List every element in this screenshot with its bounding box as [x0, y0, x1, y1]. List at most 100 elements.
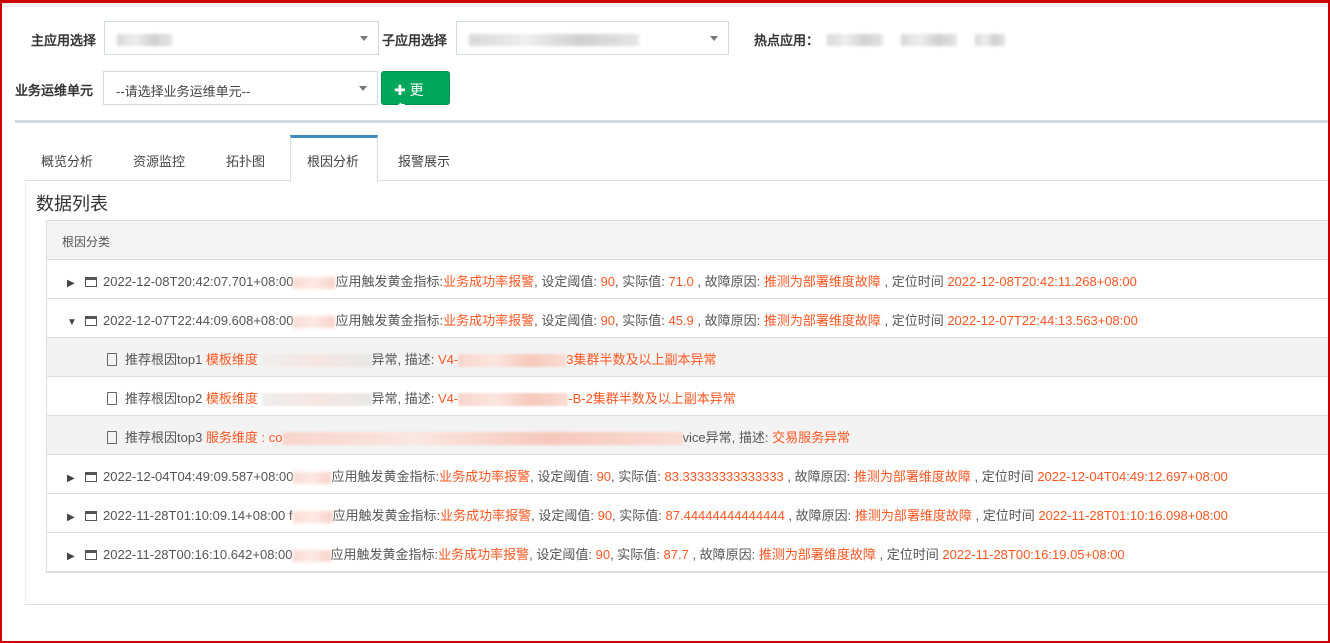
window-icon: [85, 511, 97, 521]
threshold-value: 90: [596, 469, 612, 484]
unit-select[interactable]: --请选择业务运维单元--: [103, 71, 378, 105]
alert-trigger-text: 应用触发黄金指标:: [331, 469, 440, 484]
actual-label: , 实际值:: [611, 469, 665, 484]
window-icon: [85, 472, 97, 482]
alert-trigger-text: 应用触发黄金指标:: [335, 274, 444, 289]
locate-time-label: , 定位时间: [880, 313, 948, 328]
root-cause-rank: 推荐根因top3: [125, 430, 206, 445]
actual-value: 45.9: [668, 313, 694, 328]
tab-bar: 概览分析 资源监控 拓扑图 根因分析 报警展示: [25, 135, 1330, 182]
cause-value: 推测为部署维度故障: [758, 547, 876, 562]
chevron-down-icon: [710, 36, 718, 41]
actual-label: , 实际值:: [615, 274, 669, 289]
root-cause-desc-prefix: V4-: [438, 391, 459, 406]
root-cause-item[interactable]: 推荐根因top2 模板维度 异常, 描述: V4- -B-2集群半数及以上副本异常: [47, 377, 1330, 416]
window-icon: [85, 277, 97, 287]
alert-metric: 业务成功率报警: [440, 508, 532, 523]
threshold-value: 90: [595, 547, 611, 562]
tab-content: 数据列表 根因分类 ▶ 2022-12-08T20:42:07.701+08:00…: [25, 181, 1330, 605]
caret-right-icon[interactable]: ▶: [67, 278, 79, 289]
tab-alerts[interactable]: 报警展示: [382, 135, 466, 181]
sub-app-label: 子应用选择: [382, 33, 448, 48]
table-row[interactable]: ▼ 2022-12-07T22:44:09.608+08:00 应用触发黄金指标:业…: [47, 299, 1330, 338]
cause-value: 推测为部署维度故障: [854, 508, 972, 523]
root-cause-desc-prefix: V4-: [438, 352, 459, 367]
unit-select-value: --请选择业务运维单元--: [116, 84, 251, 99]
actual-value: 87.44444444444444: [665, 508, 785, 523]
file-icon: [107, 392, 117, 405]
table-row[interactable]: ▶ 2022-12-04T04:49:09.587+08:00 应用触发黄金指标:业…: [47, 455, 1330, 494]
actual-label: , 实际值:: [615, 313, 669, 328]
plus-icon: ✚: [394, 82, 406, 98]
actual-value: 87.7: [663, 547, 689, 562]
root-cause-desc-label: 异常, 描述:: [371, 391, 438, 406]
alert-metric: 业务成功率报警: [443, 313, 535, 328]
main-app-select[interactable]: [104, 21, 379, 55]
actual-label: , 实际值:: [610, 547, 664, 562]
cause-value: 推测为部署维度故障: [853, 469, 971, 484]
root-cause-desc: 交易服务异常: [772, 430, 851, 445]
root-cause-item[interactable]: 推荐根因top1 模板维度 异常, 描述: V4- 3集群半数及以上副本异常: [47, 338, 1330, 377]
file-icon: [107, 353, 117, 366]
hot-app-label: 热点应用：: [754, 33, 820, 48]
actual-label: , 实际值:: [612, 508, 666, 523]
table-header: 根因分类: [47, 221, 1330, 260]
root-cause-desc: 3集群半数及以上副本异常: [566, 352, 717, 367]
alert-trigger-text: 应用触发黄金指标:: [330, 547, 439, 562]
unit-label: 业务运维单元: [15, 83, 94, 98]
caret-down-icon[interactable]: ▼: [67, 317, 79, 328]
tab-topology[interactable]: 拓扑图: [210, 135, 281, 181]
alert-trigger-text: 应用触发黄金指标:: [332, 508, 441, 523]
root-cause-item[interactable]: 推荐根因top3 服务维度 : co vice异常, 描述: 交易服务异常: [47, 416, 1330, 455]
chevron-down-icon: [359, 86, 367, 91]
locate-time-value: 2022-12-04T04:49:12.697+08:00: [1037, 469, 1228, 484]
threshold-label: , 设定阈值:: [531, 508, 598, 523]
file-icon: [107, 431, 117, 444]
chevron-down-icon: [360, 36, 368, 41]
table-row[interactable]: ▶ 2022-12-08T20:42:07.701+08:00 应用触发黄金指标:业…: [47, 260, 1330, 299]
alert-metric: 业务成功率报警: [443, 274, 535, 289]
threshold-label: , 设定阈值:: [529, 547, 596, 562]
actual-value: 71.0: [668, 274, 694, 289]
cause-label: , 故障原因:: [688, 547, 759, 562]
threshold-value: 90: [600, 274, 616, 289]
root-cause-desc: -B-2集群半数及以上副本异常: [568, 391, 736, 406]
tab-overview[interactable]: 概览分析: [25, 135, 109, 181]
alert-time: 2022-12-07T22:44:09.608+08:00: [103, 313, 294, 328]
cause-label: , 故障原因:: [693, 274, 764, 289]
caret-right-icon[interactable]: ▶: [67, 473, 79, 484]
threshold-label: , 设定阈值:: [530, 469, 597, 484]
root-cause-desc-label: 异常, 描述:: [371, 352, 438, 367]
root-cause-dimension: 模板维度: [205, 391, 262, 406]
root-cause-table: 根因分类 ▶ 2022-12-08T20:42:07.701+08:00 应用触发黄…: [46, 220, 1330, 573]
locate-time-value: 2022-11-28T00:16:19.05+08:00: [942, 547, 1125, 562]
threshold-value: 90: [597, 508, 613, 523]
locate-time-label: , 定位时间: [880, 274, 948, 289]
alert-time: 2022-12-08T20:42:07.701+08:00: [103, 274, 294, 289]
cause-value: 推测为部署维度故障: [763, 274, 881, 289]
root-cause-rank: 推荐根因top2: [125, 391, 206, 406]
locate-time-value: 2022-12-07T22:44:13.563+08:00: [947, 313, 1138, 328]
locate-time-value: 2022-11-28T01:10:16.098+08:00: [1038, 508, 1228, 523]
alert-time: 2022-11-28T00:16:10.642+08:00: [103, 547, 293, 562]
more-button[interactable]: ✚ 更多: [381, 71, 450, 118]
table-row[interactable]: ▶ 2022-11-28T01:10:09.14+08:00 f 应用触发黄金指标:…: [47, 494, 1330, 533]
locate-time-value: 2022-12-08T20:42:11.268+08:00: [947, 274, 1137, 289]
threshold-value: 90: [600, 313, 616, 328]
cause-label: , 故障原因:: [693, 313, 764, 328]
sub-app-select[interactable]: [456, 21, 729, 55]
section-title: 数据列表: [36, 194, 108, 214]
cause-label: , 故障原因:: [784, 508, 855, 523]
cause-label: , 故障原因:: [783, 469, 854, 484]
caret-right-icon[interactable]: ▶: [67, 512, 79, 523]
window-icon: [85, 550, 97, 560]
tab-resource-monitor[interactable]: 资源监控: [117, 135, 201, 181]
tab-root-cause[interactable]: 根因分析: [290, 135, 378, 182]
actual-value: 83.33333333333333: [664, 469, 784, 484]
table-row[interactable]: ▶ 2022-11-28T00:16:10.642+08:00 应用触发黄金指标:业…: [47, 533, 1330, 572]
tab-panel: 概览分析 资源监控 拓扑图 根因分析 报警展示 数据列表 根因分类 ▶ 2022-…: [15, 120, 1330, 605]
locate-time-label: , 定位时间: [971, 508, 1039, 523]
alert-time: 2022-12-04T04:49:09.587+08:00: [103, 469, 294, 484]
caret-right-icon[interactable]: ▶: [67, 551, 79, 562]
hot-app-list[interactable]: [827, 31, 1006, 46]
